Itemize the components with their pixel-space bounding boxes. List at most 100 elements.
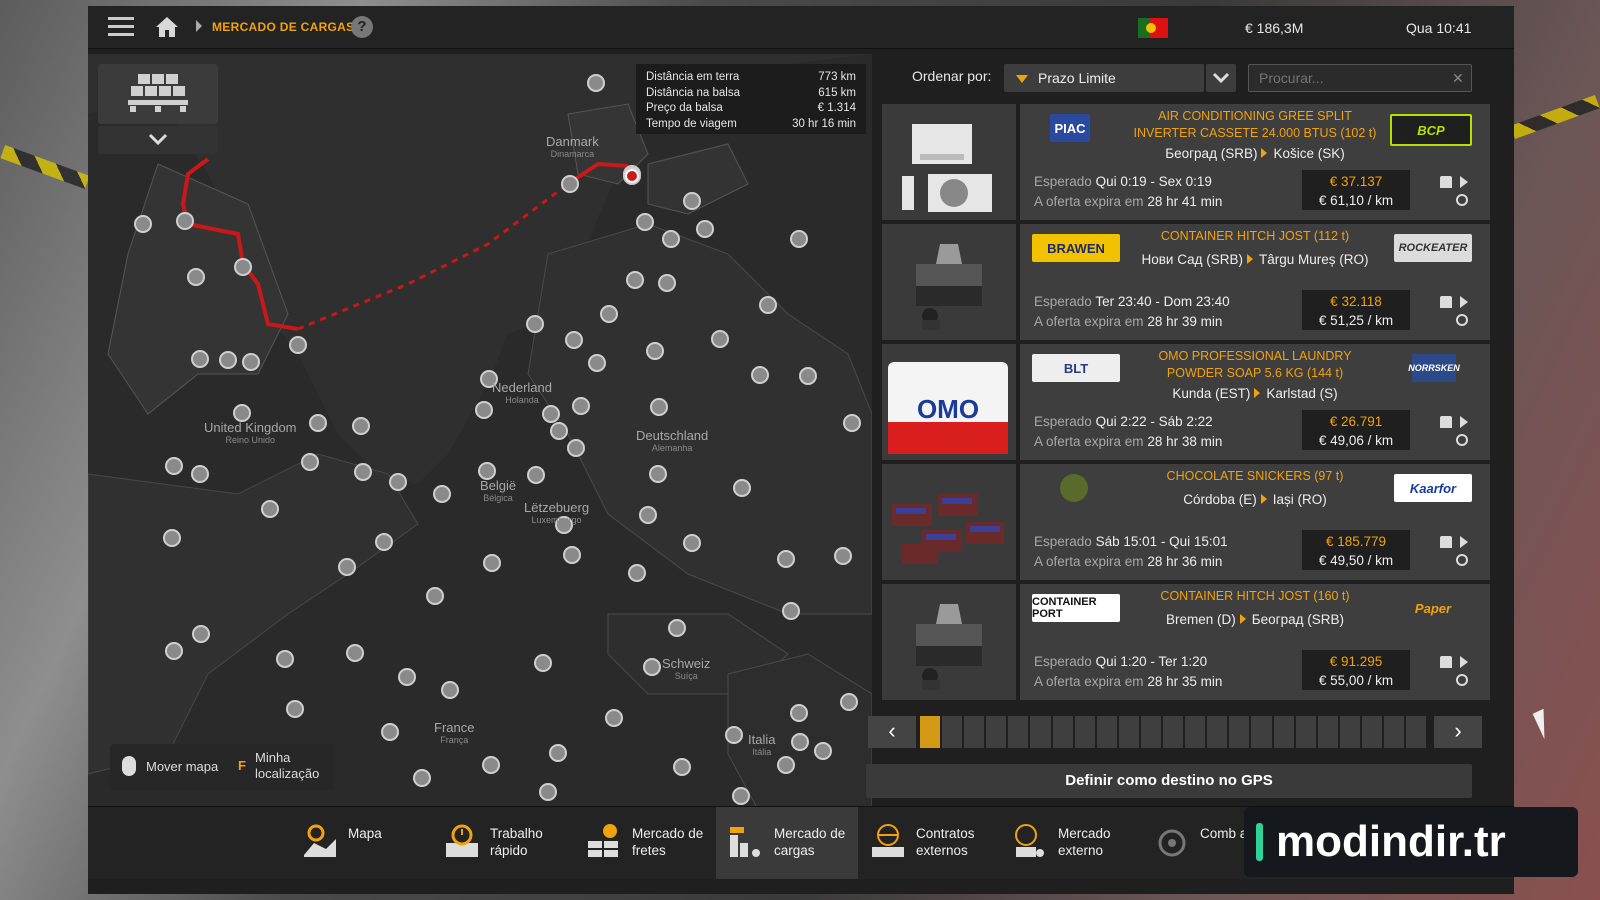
- route-info-row: Distância em terra 773 km: [646, 71, 856, 83]
- top-bar: MERCADO DE CARGAS ? € 186,3M Qua 10:41: [88, 6, 1514, 49]
- cargo-market-icon: [728, 823, 764, 859]
- my-location-hint[interactable]: Minha localização: [255, 750, 331, 782]
- total-payment: € 32.118: [1330, 294, 1382, 309]
- route: Београд (SRB) Košice (SK): [1120, 146, 1390, 161]
- cargo-name: OMO PROFESSIONAL LAUNDRY POWDER SOAP 5.6…: [1158, 349, 1352, 380]
- nav-label: Mercado de fretes: [632, 826, 704, 858]
- source-company-logo: BLT: [1032, 354, 1120, 382]
- page-dot[interactable]: [1383, 716, 1405, 748]
- page-dot[interactable]: [1030, 716, 1051, 748]
- page-dot[interactable]: [1229, 716, 1250, 748]
- offer-details: CONTAINER PORT CONTAINER HITCH JOST (160…: [1020, 584, 1490, 700]
- offer-expiry: A oferta expira em 28 hr 35 min: [1034, 674, 1223, 689]
- destination-company-logo: Paper: [1394, 594, 1472, 622]
- payment-per-km: € 51,25 / km: [1318, 313, 1394, 328]
- page-dot[interactable]: [1140, 716, 1162, 748]
- map-filter-button[interactable]: [98, 64, 218, 124]
- page-dot[interactable]: [1251, 716, 1272, 748]
- help-icon[interactable]: ?: [351, 16, 373, 38]
- portugal-flag-icon: [1138, 18, 1168, 38]
- cargo-name: AIR CONDITIONING GREE SPLIT INVERTER CAS…: [1133, 109, 1377, 140]
- country-label: Italia Itália: [748, 732, 776, 757]
- source-company-logo: [1060, 474, 1088, 502]
- previous-page-button[interactable]: ‹: [868, 716, 916, 748]
- page-dot[interactable]: [1118, 716, 1139, 748]
- total-payment: € 91.295: [1329, 654, 1383, 669]
- nav-item-clock[interactable]: Trabalho rápido: [432, 807, 574, 879]
- urgency-chevron-icon: [1460, 176, 1468, 188]
- set-gps-destination-button[interactable]: Definir como destino no GPS: [866, 764, 1472, 798]
- page-dot[interactable]: [1008, 716, 1029, 748]
- route-info-row: Preço da balsa € 1.314: [646, 102, 856, 114]
- breadcrumb-chevron-icon: [196, 20, 202, 32]
- nav-item-globe-truck[interactable]: Mercado externo: [1000, 807, 1142, 879]
- origin-city: Bremen (D): [1166, 612, 1236, 627]
- origin-city: Нови Сад (SRB): [1141, 252, 1243, 267]
- pagination: ‹ ›: [868, 716, 1482, 748]
- cargo-offer[interactable]: BRAWEN CONTAINER HITCH JOST (112 t) ROCK…: [882, 224, 1490, 340]
- page-indicator: [920, 716, 1427, 748]
- expected-time: Esperado Sáb 15:01 - Qui 15:01: [1034, 534, 1228, 549]
- expected-time: Esperado Qui 2:22 - Sáb 2:22: [1034, 414, 1213, 429]
- cargo-offer[interactable]: CHOCOLATE SNICKERS (97 t) Kaarfor Córdob…: [882, 464, 1490, 580]
- page-dot[interactable]: [920, 716, 941, 748]
- mouse-icon: [122, 756, 136, 776]
- page-dot[interactable]: [1317, 716, 1338, 748]
- page-dot[interactable]: [986, 716, 1007, 748]
- nav-item-map[interactable]: Mapa: [290, 807, 432, 879]
- page-dot[interactable]: [1096, 716, 1117, 748]
- destination-city: Београд (SRB): [1251, 612, 1344, 627]
- search-input[interactable]: [1248, 64, 1472, 92]
- map-filter-expand-button[interactable]: [98, 126, 218, 154]
- route-info-row: Distância na balsa 615 km: [646, 86, 856, 99]
- page-dot[interactable]: [1339, 716, 1360, 748]
- page-dot[interactable]: [1406, 716, 1427, 748]
- cargo-offer[interactable]: PIAC AIR CONDITIONING GREE SPLIT INVERTE…: [882, 104, 1490, 220]
- origin-city: Córdoba (E): [1183, 492, 1257, 507]
- cargo-type-icon: [1456, 554, 1468, 566]
- breadcrumb[interactable]: MERCADO DE CARGAS: [212, 20, 354, 34]
- cargo-offer[interactable]: OMO BLT OMO PROFESSIONAL LAUNDRY POWDER …: [882, 344, 1490, 460]
- page-dot[interactable]: [1163, 716, 1184, 748]
- page-dot[interactable]: [1052, 716, 1073, 748]
- home-icon[interactable]: [155, 16, 179, 38]
- route-arrow-icon: [1261, 148, 1268, 158]
- clear-search-icon[interactable]: ✕: [1452, 70, 1464, 87]
- cargo-image: [882, 584, 1016, 700]
- page-dot[interactable]: [1361, 716, 1382, 748]
- cargo-offer[interactable]: CONTAINER PORT CONTAINER HITCH JOST (160…: [882, 584, 1490, 700]
- offer-expiry: A oferta expira em 28 hr 36 min: [1034, 554, 1223, 569]
- destination-city: Karlstad (S): [1266, 386, 1338, 401]
- nav-item-cargo-market[interactable]: Mercado de cargas: [716, 807, 858, 879]
- page-dot[interactable]: [1273, 716, 1294, 748]
- total-payment: € 26.791: [1329, 414, 1383, 429]
- sort-dropdown-toggle[interactable]: [1206, 64, 1236, 92]
- page-dot[interactable]: [1207, 716, 1228, 748]
- offer-details: BRAWEN CONTAINER HITCH JOST (112 t) ROCK…: [1020, 224, 1490, 340]
- page-dot[interactable]: [1295, 716, 1316, 748]
- cargo-name: CONTAINER HITCH JOST (160 t): [1160, 589, 1350, 603]
- page-dot[interactable]: [964, 716, 985, 748]
- nav-item-freight[interactable]: Mercado de fretes: [574, 807, 716, 879]
- destination-company-logo: ROCKEATER: [1394, 234, 1472, 262]
- sort-dropdown[interactable]: Prazo Limite: [1004, 64, 1204, 92]
- country-label: United Kingdom Reino Unido: [204, 420, 297, 445]
- world-map[interactable]: Distância em terra 773 km Distância na ba…: [88, 54, 872, 828]
- cargo-type-icon: [1456, 314, 1468, 326]
- game-clock: Qua 10:41: [1406, 20, 1472, 36]
- country-label: België Bélgica: [480, 478, 517, 503]
- nav-label: Mapa: [348, 826, 382, 841]
- page-dot[interactable]: [1074, 716, 1095, 748]
- cargo-image: OMO: [882, 344, 1016, 460]
- country-label: Danmark Dinamarca: [546, 134, 599, 159]
- page-dot[interactable]: [1185, 716, 1206, 748]
- origin-city: Београд (SRB): [1165, 146, 1258, 161]
- route: Нови Сад (SRB) Târgu Mureș (RO): [1120, 252, 1390, 267]
- next-page-button[interactable]: ›: [1434, 716, 1482, 748]
- cargo-market-window: MERCADO DE CARGAS ? € 186,3M Qua 10:41 D…: [88, 6, 1514, 894]
- page-dot[interactable]: [942, 716, 963, 748]
- hamburger-menu-icon[interactable]: [108, 17, 134, 37]
- nav-item-globe[interactable]: Contratos externos: [858, 807, 1000, 879]
- trailer-icon: [1440, 416, 1452, 428]
- route-arrow-icon: [1246, 254, 1253, 264]
